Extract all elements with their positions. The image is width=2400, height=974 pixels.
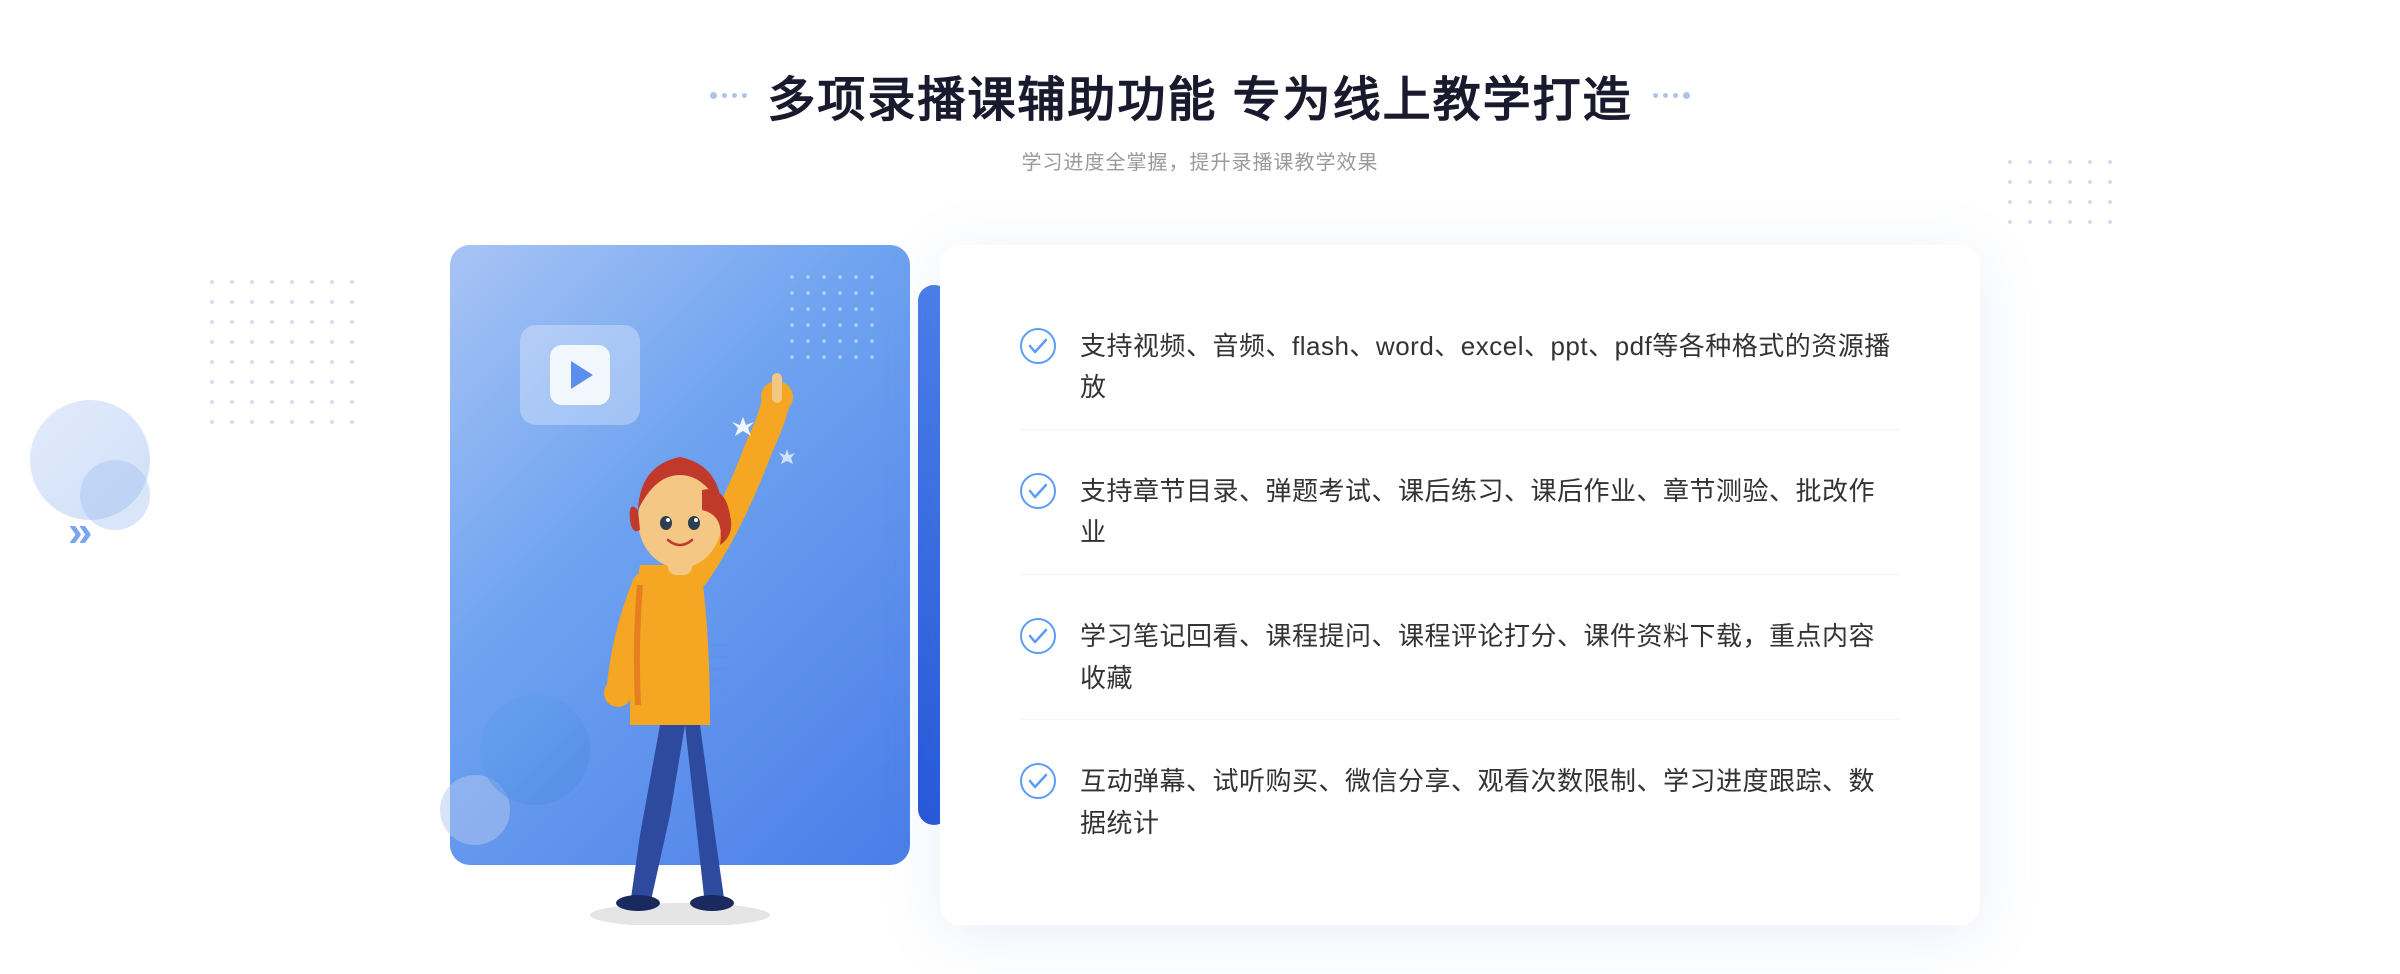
- feature-text-2: 支持章节目录、弹题考试、课后练习、课后作业、章节测验、批改作业: [1080, 471, 1900, 554]
- feature-item-4: 互动弹幕、试听购买、微信分享、观看次数限制、学习进度跟踪、数据统计: [1020, 741, 1900, 864]
- check-icon-1: [1020, 328, 1056, 364]
- illustration-area: for(let i=0;i<36;i++){ document.currentS…: [420, 245, 950, 925]
- title-row: 多项录播课辅助功能 专为线上教学打造: [710, 60, 1689, 130]
- feature-item-3: 学习笔记回看、课程提问、课程评论打分、课件资料下载，重点内容收藏: [1020, 596, 1900, 720]
- check-icon-3: [1020, 618, 1056, 654]
- page-container: // Generate dots inline for(let i = 0; i…: [0, 0, 2400, 974]
- feature-item-1: 支持视频、音频、flash、word、excel、ppt、pdf等各种格式的资源…: [1020, 306, 1900, 430]
- feature-text-4: 互动弹幕、试听购买、微信分享、观看次数限制、学习进度跟踪、数据统计: [1080, 761, 1900, 844]
- feature-text-3: 学习笔记回看、课程提问、课程评论打分、课件资料下载，重点内容收藏: [1080, 616, 1900, 699]
- header-section: 多项录播课辅助功能 专为线上教学打造 学习进度全掌握，提升录播课教学效果: [710, 60, 1689, 175]
- feature-item-2: 支持章节目录、弹题考试、课后练习、课后作业、章节测验、批改作业: [1020, 451, 1900, 575]
- check-icon-4: [1020, 763, 1056, 799]
- main-title: 多项录播课辅助功能 专为线上教学打造: [767, 60, 1632, 130]
- dot-pattern-right: for(let i = 0; i < 24; i++) { document.c…: [2008, 160, 2120, 232]
- check-icon-2: [1020, 473, 1056, 509]
- chevron-left-decoration: »: [68, 510, 92, 554]
- title-decoration-left: [710, 92, 747, 99]
- title-decoration-right: [1653, 92, 1690, 99]
- illustration-figure: [540, 345, 820, 925]
- subtitle: 学习进度全掌握，提升录播课教学效果: [710, 146, 1689, 175]
- content-panel: 支持视频、音频、flash、word、excel、ppt、pdf等各种格式的资源…: [940, 245, 1980, 925]
- dot-pattern-left: // Generate dots inline for(let i = 0; i…: [210, 280, 362, 432]
- content-area: for(let i=0;i<36;i++){ document.currentS…: [420, 225, 1980, 945]
- feature-text-1: 支持视频、音频、flash、word、excel、ppt、pdf等各种格式的资源…: [1080, 326, 1900, 409]
